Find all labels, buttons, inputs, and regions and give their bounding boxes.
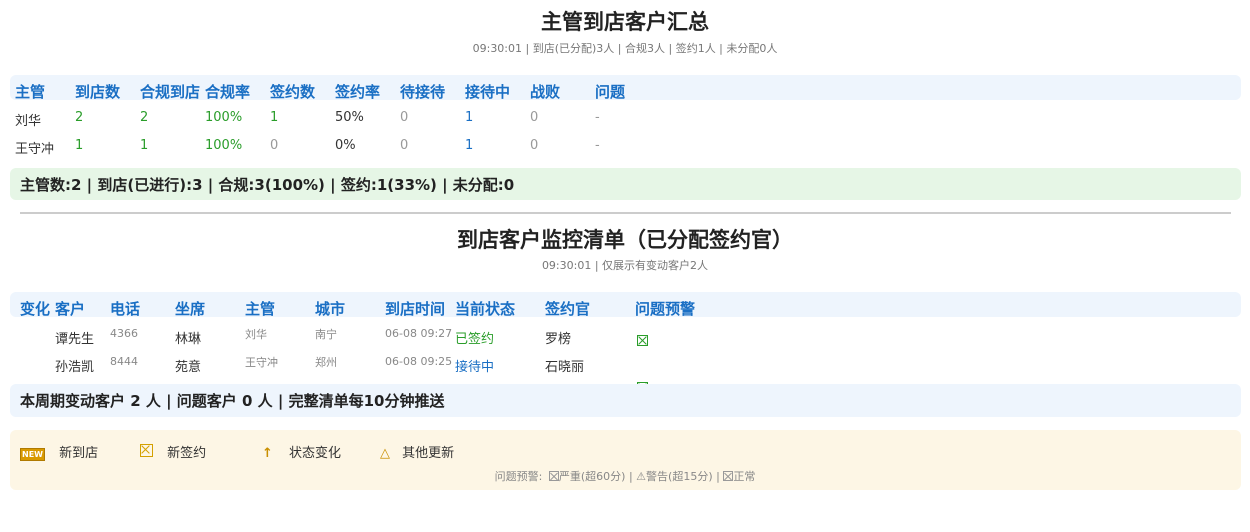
legend-item-new-arrival: NEW 新到店 (20, 442, 98, 461)
cell-supervisor: 王守冲 (245, 356, 278, 369)
cell-receiving: 1 (465, 110, 474, 125)
section-divider (20, 212, 1231, 214)
summary-totals-bar: 主管数:2 | 到店(已进行):3 | 合规:3(100%) | 签约:1(33… (10, 168, 1241, 200)
cell-signed: 1 (270, 110, 279, 125)
alert-legend-warning: 警告(超15分) (646, 470, 713, 483)
cell-compliance-rate: 100% (205, 110, 243, 125)
alert-legend-separator: | (628, 470, 633, 483)
cell-phone: 8444 (110, 355, 138, 368)
monitor-footer-text: 本周期变动客户 2 人 | 问题客户 0 人 | 完整清单每10分钟推送 (20, 392, 445, 410)
cell-compliant-visits: 1 (140, 138, 149, 153)
alert-legend-prefix: 问题预警: (494, 470, 543, 483)
alert-legend-severe: 严重(超60分) (558, 470, 626, 483)
cell-city: 南宁 (315, 328, 337, 341)
legend-label: 新到店 (59, 446, 99, 461)
col-header-signing-officer[interactable]: 签约官 (545, 298, 590, 319)
monitor-footer-bar: 本周期变动客户 2 人 | 问题客户 0 人 | 完整清单每10分钟推送 (10, 384, 1241, 417)
summary-title: 主管到店客户汇总 (541, 10, 709, 34)
col-header-sign-rate[interactable]: 签约率 (335, 81, 380, 102)
cell-visits: 1 (75, 138, 84, 153)
col-header-arrival-time[interactable]: 到店时间 (385, 298, 445, 319)
cell-agent: 林琳 (175, 332, 202, 347)
alert-legend-normal: 正常 (733, 470, 756, 483)
cell-signed: 0 (270, 138, 279, 153)
normal-box-icon (723, 471, 734, 481)
cell-compliant-visits: 2 (140, 110, 149, 125)
summary-subtitle: 09:30:01 | 到店(已分配)3人 | 合规3人 | 签约1人 | 未分配… (472, 42, 778, 55)
cell-customer: 谭先生 (55, 332, 95, 347)
triangle-icon: △ (380, 446, 390, 461)
col-header-change[interactable]: 变化 (20, 298, 50, 319)
up-arrow-icon: ↑ (262, 446, 273, 461)
legend-item-new-signing: 新签约 (140, 442, 206, 461)
legend-item-other-update: △ 其他更新 (380, 442, 454, 461)
col-header-current-status[interactable]: 当前状态 (455, 298, 515, 319)
col-header-receiving[interactable]: 接待中 (465, 81, 510, 102)
col-header-agent[interactable]: 坐席 (175, 298, 205, 319)
cell-sign-rate: 50% (335, 110, 364, 125)
cell-current-status: 接待中 (455, 360, 495, 375)
issue-alert-legend: 问题预警: 严重(超60分) | ⚠警告(超15分) | 正常 (0, 468, 1250, 484)
summary-totals-text: 主管数:2 | 到店(已进行):3 | 合规:3(100%) | 签约:1(33… (20, 175, 515, 194)
monitor-title: 到店客户监控清单（已分配签约官） (457, 228, 793, 252)
legend-label: 状态变化 (289, 446, 342, 461)
col-header-supervisor[interactable]: 主管 (15, 81, 45, 102)
box-icon (140, 444, 153, 457)
cell-customer: 孙浩凯 (55, 360, 95, 375)
cell-visits: 2 (75, 110, 84, 125)
monitor-subtitle: 09:30:01 | 仅展示有变动客户2人 (541, 259, 709, 272)
cell-current-status: 已签约 (455, 332, 495, 347)
severe-box-icon (548, 471, 559, 481)
col-header-phone[interactable]: 电话 (110, 298, 140, 319)
col-header-waiting[interactable]: 待接待 (400, 81, 445, 102)
cell-receiving: 1 (465, 138, 474, 153)
cell-supervisor: 王守冲 (15, 142, 55, 157)
cell-phone: 4366 (110, 327, 138, 340)
cell-agent: 苑意 (175, 360, 202, 375)
col-header-compliant-visits[interactable]: 合规到店 (140, 81, 200, 102)
cell-issues: - (595, 110, 600, 125)
new-icon: NEW (20, 448, 45, 461)
col-header-customer[interactable]: 客户 (55, 298, 85, 319)
cell-waiting: 0 (400, 138, 409, 153)
cell-supervisor: 刘华 (245, 328, 267, 341)
ok-status-icon (637, 335, 648, 346)
legend-label: 新签约 (167, 446, 207, 461)
cell-compliance-rate: 100% (205, 138, 243, 153)
legend-item-status-change: ↑ 状态变化 (262, 442, 341, 461)
cell-signing-officer: 石晓丽 (545, 360, 585, 375)
cell-arrival-time: 06-08 09:27 (385, 327, 453, 340)
cell-signing-officer: 罗榜 (545, 332, 572, 347)
cell-lost: 0 (530, 138, 539, 153)
cell-sign-rate: 0% (335, 138, 356, 153)
cell-waiting: 0 (400, 110, 409, 125)
col-header-issue-alert[interactable]: 问题预警 (635, 298, 695, 319)
col-header-supervisor[interactable]: 主管 (245, 298, 275, 319)
col-header-signed[interactable]: 签约数 (270, 81, 315, 102)
col-header-compliance-rate[interactable]: 合规率 (205, 81, 250, 102)
col-header-lost[interactable]: 战败 (530, 81, 560, 102)
warning-icon: ⚠ (636, 470, 647, 483)
legend-label: 其他更新 (402, 446, 455, 461)
col-header-visits[interactable]: 到店数 (75, 81, 120, 102)
cell-supervisor: 刘华 (15, 114, 42, 129)
col-header-issues[interactable]: 问题 (595, 81, 625, 102)
cell-city: 郑州 (315, 356, 337, 369)
alert-legend-separator: | (716, 470, 720, 483)
cell-arrival-time: 06-08 09:25 (385, 355, 453, 368)
cell-issues: - (595, 138, 600, 153)
cell-lost: 0 (530, 110, 539, 125)
col-header-city[interactable]: 城市 (315, 298, 345, 319)
